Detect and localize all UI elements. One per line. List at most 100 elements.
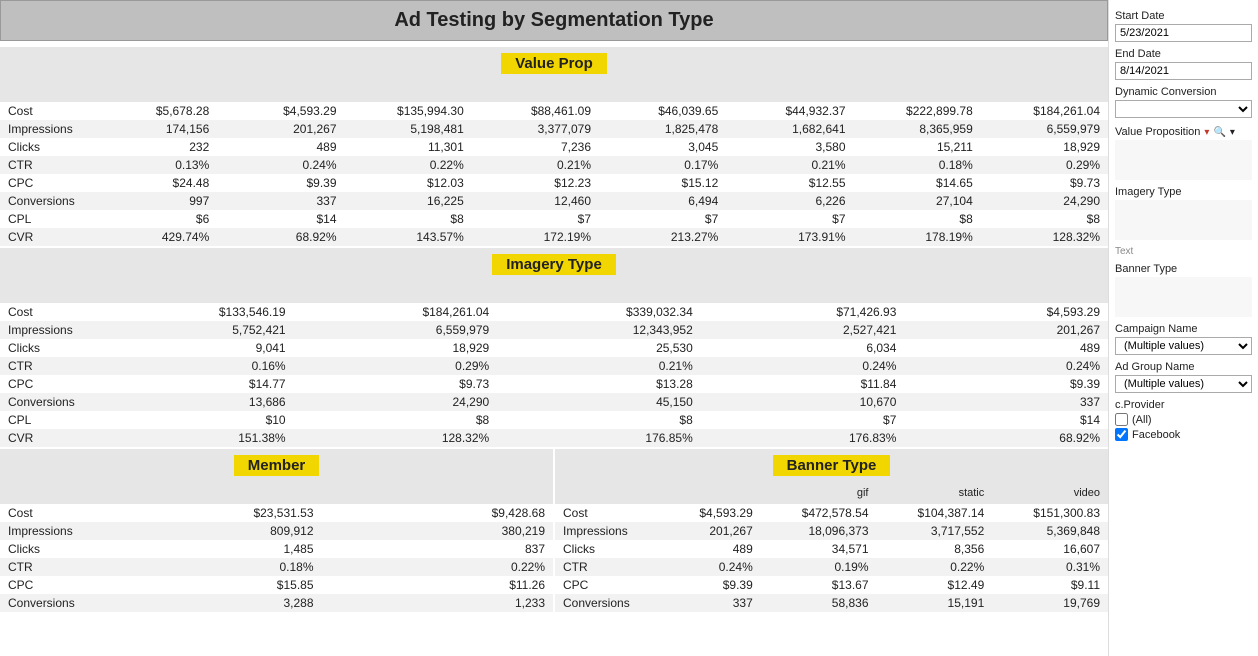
metric-label: Clicks — [0, 138, 90, 156]
metric-value: 0.19% — [761, 558, 877, 576]
value-prop-table: Cost$5,678.28$4,593.29$135,994.30$88,461… — [0, 102, 1108, 246]
metric-label: CTR — [0, 357, 90, 375]
banner-type-label: Banner Type — [1115, 263, 1252, 275]
metric-value: $12.49 — [877, 576, 993, 594]
ad-group-name-select[interactable]: (Multiple values) — [1115, 375, 1252, 393]
table-row: CTR0.16%0.29%0.21%0.24%0.24% — [0, 357, 1108, 375]
metric-label: Conversions — [0, 393, 90, 411]
table-row: Cost$4,593.29$472,578.54$104,387.14$151,… — [555, 504, 1108, 522]
metric-value: 337 — [904, 393, 1108, 411]
imagery-pill: Imagery Type — [492, 254, 616, 275]
metric-value: 489 — [645, 540, 761, 558]
value-proposition-box[interactable] — [1115, 140, 1252, 180]
metric-value: 173.91% — [726, 228, 853, 246]
provider-facebook-checkbox[interactable] — [1115, 428, 1128, 441]
table-row: CPC$24.48$9.39$12.03$12.23$15.12$12.55$1… — [0, 174, 1108, 192]
metric-label: Cost — [0, 504, 90, 522]
metric-value: $24.48 — [90, 174, 217, 192]
section-header-banner: Banner Type — [555, 449, 1108, 482]
provider-all-checkbox[interactable] — [1115, 413, 1128, 426]
metric-value: $13.28 — [497, 375, 701, 393]
metric-value: $13.67 — [761, 576, 877, 594]
metric-value: $4,593.29 — [645, 504, 761, 522]
metric-value: $6 — [90, 210, 217, 228]
imagery-type-box[interactable] — [1115, 200, 1252, 240]
table-row: Conversions99733716,22512,4606,4946,2262… — [0, 192, 1108, 210]
metric-value: $8 — [854, 210, 981, 228]
end-date-input[interactable] — [1115, 62, 1252, 80]
metric-value: 201,267 — [217, 120, 344, 138]
metric-value: 213.27% — [599, 228, 726, 246]
metric-value: 0.31% — [992, 558, 1108, 576]
metric-label: CPC — [0, 576, 90, 594]
metric-value: $10 — [90, 411, 294, 429]
filter-sidebar: Start Date End Date Dynamic Conversion V… — [1108, 0, 1258, 656]
metric-value: 0.16% — [90, 357, 294, 375]
provider-all-label: (All) — [1132, 414, 1152, 426]
metric-value: 18,929 — [981, 138, 1108, 156]
provider-facebook-label: Facebook — [1132, 429, 1180, 441]
metric-value: $15.12 — [599, 174, 726, 192]
metric-value: 0.13% — [90, 156, 217, 174]
search-icon[interactable]: 🔍 — [1213, 127, 1225, 138]
filter-icon[interactable]: ▾ — [1204, 127, 1209, 138]
metric-value: 45,150 — [497, 393, 701, 411]
table-row: CPC$15.85$11.26 — [0, 576, 553, 594]
banner-type-box[interactable] — [1115, 277, 1252, 317]
metric-value: 178.19% — [854, 228, 981, 246]
metric-value: 0.22% — [345, 156, 472, 174]
metric-value: 6,226 — [726, 192, 853, 210]
metric-label: CTR — [0, 558, 90, 576]
text-label: Text — [1115, 246, 1252, 257]
metric-value: 232 — [90, 138, 217, 156]
banner-col-gif: gif — [761, 482, 877, 504]
metric-value: $151,300.83 — [992, 504, 1108, 522]
table-row: Clicks1,485837 — [0, 540, 553, 558]
campaign-name-select[interactable]: (Multiple values) — [1115, 337, 1252, 355]
metric-label: CTR — [555, 558, 645, 576]
dynamic-conversion-select[interactable] — [1115, 100, 1252, 118]
table-row: CTR0.13%0.24%0.22%0.21%0.17%0.21%0.18%0.… — [0, 156, 1108, 174]
metric-value: $14 — [217, 210, 344, 228]
metric-value: $133,546.19 — [90, 303, 294, 321]
provider-label: c.Provider — [1115, 399, 1252, 411]
metric-label: Clicks — [555, 540, 645, 558]
metric-value: $88,461.09 — [472, 102, 599, 120]
chevron-down-icon[interactable]: ▾ — [1230, 127, 1235, 138]
metric-label: Cost — [0, 303, 90, 321]
metric-value: 0.29% — [294, 357, 498, 375]
metric-value: 0.29% — [981, 156, 1108, 174]
metric-value: 1,485 — [90, 540, 322, 558]
table-row: CVR151.38%128.32%176.85%176.83%68.92% — [0, 429, 1108, 447]
metric-value: 16,225 — [345, 192, 472, 210]
start-date-input[interactable] — [1115, 24, 1252, 42]
member-pill: Member — [234, 455, 320, 476]
metric-value: 337 — [645, 594, 761, 612]
metric-value: 489 — [217, 138, 344, 156]
section-header-member: Member — [0, 449, 553, 482]
metric-value: $7 — [701, 411, 905, 429]
metric-value: 5,369,848 — [992, 522, 1108, 540]
metric-value: 172.19% — [472, 228, 599, 246]
metric-value: $7 — [472, 210, 599, 228]
banner-table: gif static video Cost$4,593.29$472,578.5… — [555, 482, 1108, 612]
metric-value: 24,290 — [981, 192, 1108, 210]
banner-pill: Banner Type — [773, 455, 891, 476]
metric-value: 25,530 — [497, 339, 701, 357]
metric-value: 8,356 — [877, 540, 993, 558]
banner-col-static: static — [877, 482, 993, 504]
metric-value: 429.74% — [90, 228, 217, 246]
metric-value: 0.22% — [877, 558, 993, 576]
metric-value: 0.21% — [497, 357, 701, 375]
metric-value: 12,343,952 — [497, 321, 701, 339]
page-title: Ad Testing by Segmentation Type — [0, 0, 1108, 41]
metric-value: $135,994.30 — [345, 102, 472, 120]
metric-value: 174,156 — [90, 120, 217, 138]
table-row: Conversions3,2881,233 — [0, 594, 553, 612]
member-table: Cost$23,531.53$9,428.68Impressions809,91… — [0, 504, 553, 612]
metric-value: 0.24% — [701, 357, 905, 375]
metric-value: $14.77 — [90, 375, 294, 393]
metric-value: 0.24% — [904, 357, 1108, 375]
table-row: Impressions201,26718,096,3733,717,5525,3… — [555, 522, 1108, 540]
metric-label: Impressions — [0, 321, 90, 339]
